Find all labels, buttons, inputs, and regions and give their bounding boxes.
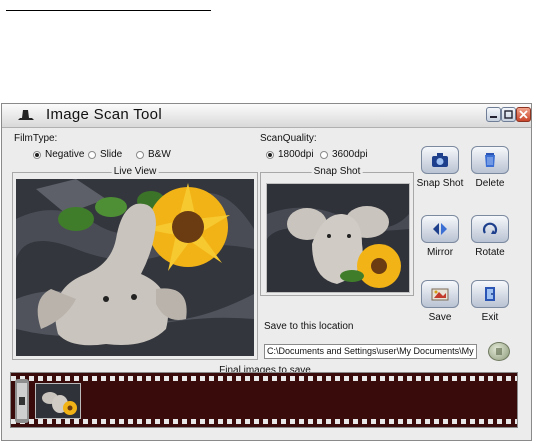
live-view-image (16, 179, 254, 356)
maximize-icon (504, 110, 513, 119)
trash-icon (485, 153, 495, 167)
maximize-button[interactable] (501, 107, 516, 122)
final-image-thumbnail[interactable] (35, 383, 81, 419)
top-divider-line (6, 10, 211, 11)
film-type-bw-radio[interactable] (136, 151, 144, 159)
scan-quality-3600-label: 3600dpi (332, 149, 368, 160)
scan-quality-3600-radio[interactable] (320, 151, 328, 159)
save-path-input[interactable]: C:\Documents and Settings\user\My Docume… (264, 344, 477, 359)
film-strip (10, 372, 518, 428)
film-type-slide-label: Slide (100, 149, 123, 160)
film-type-slide-radio[interactable] (88, 151, 96, 159)
film-type-negative-radio[interactable] (33, 151, 41, 159)
scan-quality-1800-label: 1800dpi (278, 149, 314, 160)
delete-button-label: Delete (475, 178, 505, 189)
delete-button[interactable] (471, 146, 509, 174)
snap-shot-image (266, 183, 410, 293)
minimize-button[interactable] (486, 107, 501, 122)
elephant-sunflower-photo (16, 179, 254, 356)
exit-button-label: Exit (481, 312, 499, 323)
film-type-negative-label: Negative (45, 149, 85, 160)
window-title: Image Scan Tool (46, 106, 162, 123)
app-hat-icon (18, 110, 34, 120)
minimize-icon (490, 116, 497, 118)
snap-shot-title: Snap Shot (311, 166, 363, 177)
film-type-bw-label: B&W (148, 149, 171, 160)
scan-quality-1800-radio[interactable] (266, 151, 274, 159)
mirror-button[interactable] (421, 215, 459, 243)
film-canister-icon (15, 379, 29, 423)
exit-button[interactable] (471, 280, 509, 308)
rotate-icon (482, 222, 498, 234)
image-scan-tool-window: Image Scan Tool FilmType: Negative Slide… (1, 103, 532, 441)
camera-icon (432, 153, 448, 167)
elephant-sunflower-thumbnail (267, 184, 409, 292)
film-sprocket-holes-top (11, 376, 517, 381)
rotate-button-label: Rotate (475, 247, 505, 258)
mirror-icon (433, 223, 447, 235)
folder-browse-icon (496, 348, 502, 355)
final-image-photo (36, 384, 80, 418)
save-button[interactable] (421, 280, 459, 308)
title-bar: Image Scan Tool (2, 104, 531, 128)
scan-quality-label: ScanQuality: (260, 133, 317, 144)
rotate-button[interactable] (471, 215, 509, 243)
close-icon (519, 110, 528, 119)
live-view-group: Live View (12, 166, 258, 360)
live-view-title: Live View (111, 166, 159, 177)
film-type-label: FilmType: (14, 133, 58, 144)
browse-folder-button[interactable] (488, 342, 510, 361)
film-sprocket-holes-bottom (11, 419, 517, 424)
save-location-label: Save to this location (264, 321, 354, 332)
close-button[interactable] (516, 107, 531, 122)
exit-door-icon (485, 287, 495, 301)
snap-shot-button[interactable] (421, 146, 459, 174)
save-image-icon (431, 288, 449, 301)
snap-shot-group: Snap Shot (260, 166, 414, 296)
